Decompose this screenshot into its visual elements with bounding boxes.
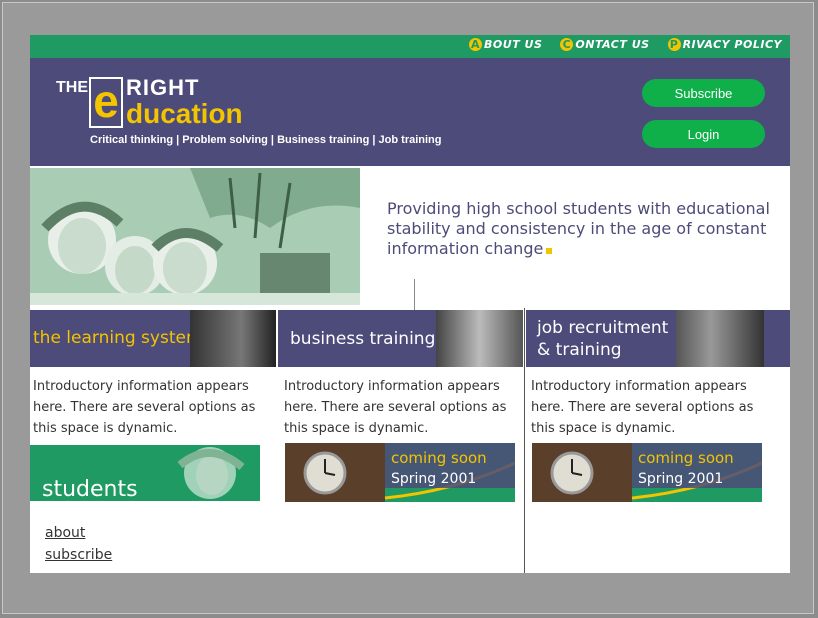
- coming-soon-label: coming soon: [391, 449, 487, 467]
- subscribe-link[interactable]: subscribe: [45, 547, 112, 563]
- about-link[interactable]: about: [45, 525, 112, 541]
- students-label: students: [42, 477, 138, 501]
- logo-the: THE: [56, 79, 88, 96]
- about-us-label: BOUT US: [484, 38, 543, 51]
- section-learning-system-title: the learning system: [33, 328, 203, 348]
- about-us-initial: A: [469, 38, 483, 51]
- section-job-recruitment-intro: Introductory information appears here. T…: [531, 379, 754, 436]
- subscribe-button[interactable]: Subscribe: [642, 79, 765, 107]
- section-business-training-header[interactable]: business training: [278, 310, 523, 367]
- web-page: A BOUT US C ONTACT US P RIVACY POLICY TH…: [30, 35, 790, 573]
- privacy-policy-link[interactable]: P RIVACY POLICY: [667, 38, 782, 51]
- contact-us-initial: C: [560, 38, 574, 51]
- logo-e: e: [89, 77, 123, 128]
- coming-soon-label: coming soon: [638, 449, 734, 467]
- contact-us-link[interactable]: C ONTACT US: [560, 38, 649, 51]
- headline: Providing high school students with educ…: [387, 199, 777, 259]
- section-job-recruitment-title-line2: & training: [537, 340, 622, 360]
- top-nav-bar: A BOUT US C ONTACT US P RIVACY POLICY: [30, 35, 790, 58]
- student-writing-photo: [190, 310, 276, 367]
- coming-soon-banner-business: coming soon Spring 2001: [285, 443, 515, 502]
- students-banner[interactable]: students: [30, 445, 260, 501]
- spring-2001-label: Spring 2001: [638, 471, 724, 487]
- about-us-link[interactable]: A BOUT US: [469, 38, 542, 51]
- privacy-policy-label: RIVACY POLICY: [682, 38, 782, 51]
- section-job-recruitment-title-line1: job recruitment: [537, 318, 669, 338]
- coming-soon-banner-job: coming soon Spring 2001: [532, 443, 762, 502]
- contact-us-label: ONTACT US: [575, 38, 650, 51]
- footer-links: about subscribe: [45, 525, 112, 569]
- yellow-square-bullet: [546, 248, 553, 254]
- column-separator: [524, 308, 525, 573]
- headline-text: Providing high school students with educ…: [387, 199, 770, 258]
- logo-ducation: ducation: [126, 98, 243, 129]
- computer-lab-photo: [436, 310, 523, 367]
- section-business-training-title: business training: [290, 329, 436, 349]
- tagline: Critical thinking | Problem solving | Bu…: [90, 134, 442, 146]
- spring-2001-label: Spring 2001: [391, 471, 477, 487]
- section-learning-system-header[interactable]: the learning system: [30, 310, 276, 367]
- section-business-training-intro: Introductory information appears here. T…: [284, 379, 507, 436]
- login-button[interactable]: Login: [642, 120, 765, 148]
- businessman-photo: [676, 310, 764, 367]
- hero-photo: [30, 168, 360, 305]
- section-learning-system-intro: Introductory information appears here. T…: [33, 379, 256, 436]
- section-job-recruitment-header[interactable]: job recruitment & training: [526, 310, 790, 367]
- header: THE e RIGHT ducation Critical thinking |…: [30, 58, 790, 166]
- privacy-policy-initial: P: [667, 38, 681, 51]
